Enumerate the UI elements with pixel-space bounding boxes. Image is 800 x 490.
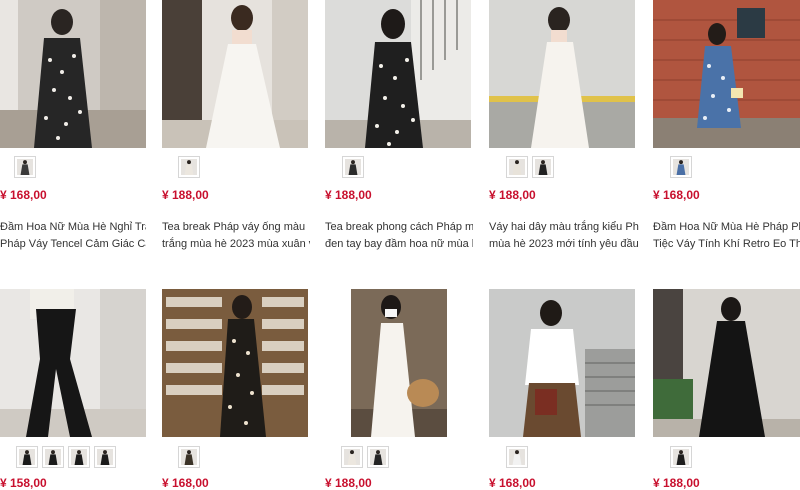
product-photo[interactable] [162, 289, 308, 437]
title-line: Đầm Hoa Nữ Mùa Hè Nghỉ Trà [0, 221, 146, 233]
thumbnail-row [14, 156, 36, 178]
product-photo[interactable] [351, 289, 447, 437]
title-line: Váy hai dây màu trắng kiểu Pháp [489, 221, 639, 233]
title-line: Đầm Hoa Nữ Mùa Hè Pháp Phá [653, 221, 800, 233]
thumbnail-row [506, 446, 528, 468]
product-title[interactable]: Tea break phong cách Pháp màu đen tay ba… [325, 219, 473, 253]
thumbnail-row [342, 156, 364, 178]
thumbnail-row [670, 446, 692, 468]
product-price: ¥ 158,00 [0, 476, 47, 490]
product-price: ¥ 188,00 [325, 188, 372, 202]
product-title[interactable]: Tea break Pháp váy ống màu trắng mùa hè … [162, 219, 310, 253]
variant-thumbnail[interactable] [178, 446, 200, 468]
variant-thumbnail[interactable] [16, 446, 38, 468]
product-photo[interactable] [0, 289, 146, 437]
product-price: ¥ 168,00 [653, 188, 700, 202]
product-photo[interactable] [162, 0, 308, 148]
variant-thumbnail[interactable] [506, 156, 528, 178]
product-price: ¥ 168,00 [0, 188, 47, 202]
title-line: đen tay bay đầm hoa nữ mùa hè [325, 238, 473, 250]
product-title[interactable]: Váy hai dây màu trắng kiểu Pháp mùa hè 2… [489, 219, 639, 253]
variant-thumbnail[interactable] [42, 446, 64, 468]
product-price: ¥ 188,00 [325, 476, 372, 490]
variant-thumbnail[interactable] [68, 446, 90, 468]
product-photo[interactable] [653, 0, 800, 148]
product-photo[interactable] [489, 289, 635, 437]
product-photo[interactable] [325, 0, 471, 148]
variant-thumbnail[interactable] [670, 446, 692, 468]
product-price: ¥ 188,00 [653, 476, 700, 490]
variant-thumbnail[interactable] [532, 156, 554, 178]
thumbnail-row [506, 156, 554, 178]
product-photo[interactable] [489, 0, 635, 148]
product-photo[interactable] [0, 0, 146, 148]
product-title[interactable]: Đầm Hoa Nữ Mùa Hè Pháp Phá Tiệc Váy Tính… [653, 219, 800, 253]
title-line: Pháp Váy Tencel Cảm Giác Cao [0, 238, 146, 250]
product-price: ¥ 168,00 [162, 476, 209, 490]
variant-thumbnail[interactable] [178, 156, 200, 178]
variant-thumbnail[interactable] [670, 156, 692, 178]
title-line: Tiệc Váy Tính Khí Retro Eo Thon [653, 238, 800, 250]
variant-thumbnail[interactable] [14, 156, 36, 178]
title-line: trắng mùa hè 2023 mùa xuân và [162, 238, 310, 250]
title-line: mùa hè 2023 mới tính yêu đầu [489, 238, 639, 250]
variant-thumbnail[interactable] [506, 446, 528, 468]
title-line: Tea break Pháp váy ống màu [162, 221, 306, 233]
thumbnail-row [341, 446, 389, 468]
variant-thumbnail[interactable] [367, 446, 389, 468]
thumbnail-row [178, 446, 200, 468]
product-price: ¥ 188,00 [162, 188, 209, 202]
thumbnail-row [670, 156, 692, 178]
thumbnail-row [178, 156, 200, 178]
variant-thumbnail[interactable] [342, 156, 364, 178]
thumbnail-row [16, 446, 116, 468]
variant-thumbnail[interactable] [341, 446, 363, 468]
product-photo[interactable] [653, 289, 800, 437]
variant-thumbnail[interactable] [94, 446, 116, 468]
product-price: ¥ 168,00 [489, 476, 536, 490]
product-price: ¥ 188,00 [489, 188, 536, 202]
product-title[interactable]: Đầm Hoa Nữ Mùa Hè Nghỉ Trà Pháp Váy Tenc… [0, 219, 146, 253]
title-line: Tea break phong cách Pháp màu [325, 221, 473, 233]
